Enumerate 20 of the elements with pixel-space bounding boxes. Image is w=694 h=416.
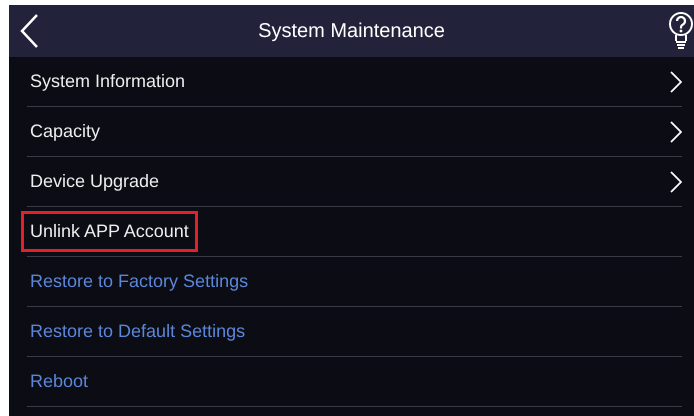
chevron-right-icon [670, 70, 682, 92]
menu-item[interactable]: Capacity [27, 107, 682, 157]
menu-item[interactable]: Device Upgrade [27, 157, 682, 207]
menu-label: Reboot [29, 370, 90, 393]
menu-label: Restore to Factory Settings [29, 270, 250, 293]
menu-label: Capacity [29, 120, 102, 143]
menu-label: Restore to Default Settings [29, 320, 246, 343]
page-title: System Maintenance [258, 19, 445, 44]
highlighted-label: Unlink APP Account [21, 211, 198, 252]
menu-item[interactable]: Restore to Default Settings [27, 307, 682, 357]
menu-label: System Information [29, 70, 186, 93]
menu-item[interactable]: Reboot [27, 357, 682, 407]
menu-item[interactable]: Unlink APP Account [27, 207, 682, 257]
menu-item[interactable]: Restore to Factory Settings [27, 257, 682, 307]
menu-label: Device Upgrade [29, 170, 160, 193]
back-button[interactable] [19, 13, 39, 49]
chevron-right-icon [670, 170, 682, 192]
menu-item[interactable]: System Information [27, 57, 682, 107]
chevron-right-icon [670, 120, 682, 142]
help-button[interactable] [668, 11, 694, 51]
